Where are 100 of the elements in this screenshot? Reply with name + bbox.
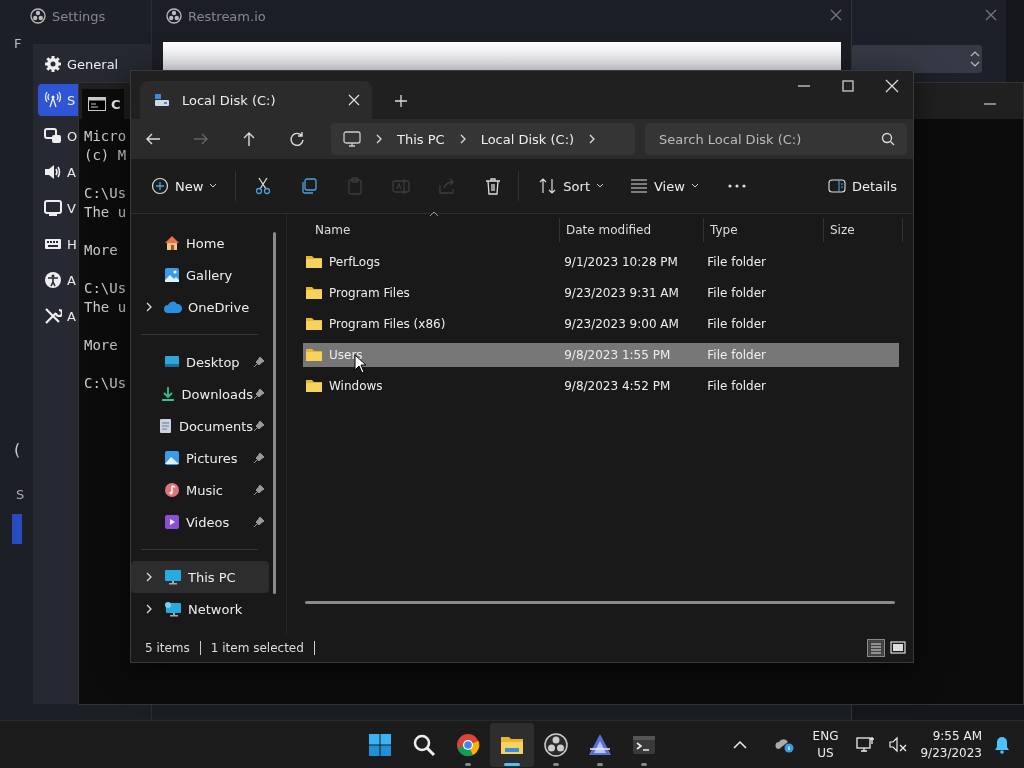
breadcrumb-item[interactable]: Local Disk (C:) (480, 131, 575, 147)
sidebar-item[interactable]: S (38, 84, 78, 116)
view-button[interactable]: View (628, 174, 701, 198)
sidebar-item[interactable]: A (38, 300, 78, 332)
file-name[interactable]: Users (329, 348, 363, 362)
bell-icon[interactable] (994, 736, 1010, 754)
scrollbar[interactable] (273, 232, 276, 594)
console-line: The u (84, 298, 127, 317)
maximize-icon[interactable] (841, 79, 855, 93)
sort-button[interactable]: Sort (537, 174, 606, 198)
nav-item[interactable]: Music (186, 482, 253, 498)
nav-item[interactable]: Desktop (186, 354, 253, 370)
triangle-app-icon[interactable] (588, 733, 612, 757)
file-name[interactable]: Program Files (329, 286, 410, 300)
menu-item[interactable]: F (14, 36, 22, 51)
breadcrumb-item[interactable]: This PC (397, 131, 445, 147)
address-bar[interactable]: This PC Local Disk (C:) (331, 123, 635, 155)
terminal-tab[interactable]: C (82, 89, 124, 119)
console-line: C:\Us (84, 374, 127, 393)
nav-item[interactable]: OneDrive (188, 299, 265, 315)
computer-icon (164, 569, 182, 585)
nav-item[interactable]: Videos (186, 514, 253, 530)
sidebar-item[interactable]: A (38, 156, 78, 188)
folder-icon (305, 286, 323, 300)
nav-item[interactable]: Downloads (181, 386, 253, 402)
folder-icon (305, 348, 323, 362)
sidebar-item[interactable]: H (38, 228, 78, 260)
console-line: C:\Us (84, 184, 127, 203)
up-arrow-icon[interactable] (241, 131, 257, 147)
trash-icon[interactable] (484, 177, 503, 195)
network-icon[interactable] (856, 736, 877, 754)
back-arrow-icon[interactable] (145, 131, 161, 147)
pin-icon (253, 484, 265, 496)
spin-field[interactable] (852, 45, 982, 73)
chevron-up-icon[interactable] (732, 740, 747, 750)
sidebar-item[interactable]: A (38, 264, 78, 296)
antenna-icon (44, 91, 62, 109)
console-line: More (84, 241, 118, 260)
videos-icon (164, 514, 180, 530)
table-cell-text: 9/23/2023 9:00 AM (563, 317, 680, 331)
tab-title: Local Disk (C:) (182, 92, 277, 108)
browser-icon[interactable] (456, 733, 480, 757)
sidebar-item[interactable]: O (38, 120, 78, 152)
chevron-right-icon (458, 134, 467, 144)
nav-item[interactable]: Pictures (186, 450, 253, 466)
monitor-icon (343, 131, 361, 147)
details-pane-icon (827, 179, 846, 193)
table-cell-text: 9/23/2023 9:31 AM (563, 286, 680, 300)
refresh-icon[interactable] (289, 131, 305, 147)
item-count: 5 items (145, 641, 190, 655)
aperture-icon (30, 8, 46, 24)
nav-item[interactable]: Network (188, 601, 265, 617)
sidebar-item[interactable]: General (38, 48, 148, 80)
tiles-view-icon[interactable] (889, 639, 907, 657)
language-indicator[interactable]: ENG US (812, 728, 839, 762)
scrollbar[interactable] (305, 601, 895, 604)
chevron-down-icon (690, 183, 699, 189)
more-icon[interactable] (726, 183, 747, 189)
new-button[interactable]: New (149, 173, 220, 199)
console-line: The u (84, 203, 127, 222)
chevron-right-icon (375, 134, 383, 144)
column-header[interactable]: Type (704, 218, 824, 242)
cloud-info-icon[interactable] (774, 737, 795, 753)
folder-icon (305, 379, 323, 393)
clock[interactable]: 9:55 AM 9/23/2023 (920, 728, 982, 762)
aperture-icon[interactable] (544, 733, 568, 757)
explorer-tab[interactable]: Local Disk (C:) (140, 81, 372, 119)
column-header[interactable]: Size (824, 218, 903, 242)
nav-item[interactable]: Gallery (186, 267, 265, 283)
music-icon (164, 482, 180, 498)
file-name[interactable]: Windows (329, 379, 383, 393)
copy-icon[interactable] (300, 177, 319, 195)
console-icon (88, 97, 106, 111)
gear-icon (44, 55, 62, 73)
column-header[interactable]: Date modified (560, 218, 704, 242)
file-name[interactable]: PerfLogs (329, 255, 381, 269)
search-field[interactable]: Search Local Disk (C:) (645, 123, 907, 155)
search-icon (881, 132, 895, 146)
nav-item[interactable]: Documents (178, 418, 253, 434)
pin-icon (253, 420, 265, 432)
new-tab-icon[interactable] (394, 94, 408, 108)
network-icon (164, 601, 182, 617)
file-name[interactable]: Program Files (x86) (329, 317, 446, 331)
label: ( (14, 440, 21, 459)
nav-item[interactable]: Home (186, 235, 265, 251)
sort-icon (539, 178, 558, 194)
windows-logo-icon[interactable] (368, 733, 392, 757)
column-header[interactable]: Name (303, 218, 560, 242)
console-line: More (84, 336, 118, 355)
up-down-arrows-icon[interactable] (968, 49, 982, 69)
speaker-muted-icon[interactable] (888, 736, 909, 754)
chevron-right-icon (588, 134, 597, 144)
list-lines-icon (630, 179, 648, 193)
details-button[interactable]: Details (825, 174, 899, 198)
pin-icon (253, 516, 265, 528)
search-icon[interactable] (412, 733, 436, 757)
scissors-icon[interactable] (254, 177, 273, 195)
sidebar-item[interactable]: V (38, 192, 78, 224)
screens-icon (44, 127, 62, 145)
terminal-icon[interactable] (632, 733, 656, 757)
